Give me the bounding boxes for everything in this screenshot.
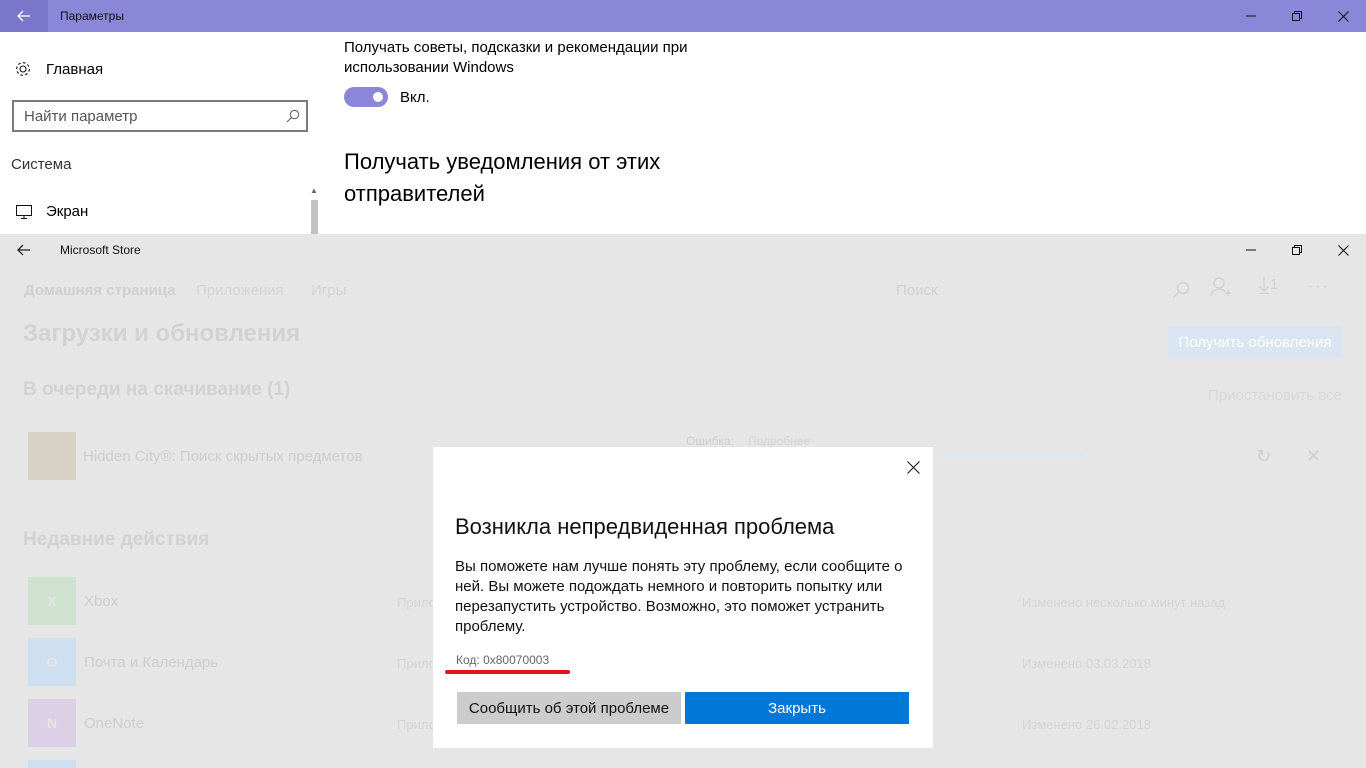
settings-titlebar: Параметры [0,0,1366,32]
queue-item-details-link[interactable]: Подробнее [748,434,810,448]
recent-item-date: Изменено 03.03.2018 [1022,656,1151,671]
notifications-heading: Получать уведомления от этих отправителе… [344,149,661,206]
search-icon [286,109,300,123]
error-dialog: Возникла непредвиденная проблема Вы помо… [433,447,933,748]
mail-icon: O [28,638,76,686]
game-thumbnail [28,432,76,480]
settings-window: Параметры Главная Найти параметр Система… [0,0,1366,234]
store-restore-button[interactable] [1274,234,1320,266]
recent-item-name: Почта и Календарь [84,654,219,671]
restore-icon [1292,245,1302,255]
recent-heading: Недавние действия [23,529,210,550]
queue-heading: В очереди на скачивание (1) [23,379,291,400]
settings-back-button[interactable] [0,0,48,32]
page-title: Загрузки и обновления [23,320,301,347]
recent-item-kind: Прило [397,595,436,610]
close-icon [906,460,920,474]
minimize-icon [1246,249,1256,251]
store-titlebar: Microsoft Store [0,234,1366,266]
recent-item-name: OneNote [84,715,145,732]
store-search-placeholder: Поиск [896,282,938,299]
settings-close-button[interactable] [1320,0,1366,32]
minimize-icon [1246,15,1256,17]
nav-games-tab[interactable]: Игры [311,282,346,299]
retry-icon[interactable]: ↻ [1256,446,1271,467]
queue-item-error-label: Ошибка: [686,434,735,448]
dialog-title: Возникла непредвиденная проблема [455,514,835,539]
restore-icon [1292,11,1302,21]
settings-sidebar-scrollbar[interactable]: ▲ [309,186,320,234]
back-arrow-icon [17,244,30,256]
settings-home-item[interactable]: Главная [14,58,103,80]
nav-apps-tab[interactable]: Приложения [196,282,284,299]
queue-progress-bar [930,454,1085,457]
more-icon: ··· [1308,278,1330,295]
store-minimize-button[interactable] [1228,234,1274,266]
search-icon [1172,281,1190,299]
cancel-download-icon[interactable]: ✕ [1306,446,1321,467]
back-arrow-icon [17,10,30,22]
nav-home-tab[interactable]: Домашняя страница [24,282,176,299]
store-title: Microsoft Store [60,243,141,257]
toggle-label: Вкл. [400,89,430,106]
store-back-button[interactable] [8,240,40,260]
account-button[interactable] [1210,276,1232,303]
recent-item-date: Изменено несколько минут назад [1022,595,1226,610]
user-icon [1210,277,1231,297]
screen-label: Экран [46,203,89,220]
toggle-knob [373,92,383,102]
downloads-button[interactable]: 1 [1258,276,1278,299]
download-arrow-icon [1258,277,1270,295]
more-button[interactable]: ··· [1308,278,1330,296]
recent-item-date: Изменено 26.02.2018 [1022,717,1151,732]
onenote-icon: N [28,699,76,747]
settings-restore-button[interactable] [1274,0,1320,32]
pause-all-button[interactable]: Приостановить все [1208,387,1342,404]
recent-item-name: Xbox [84,593,119,610]
dialog-close-button[interactable] [903,457,923,477]
error-code-highlight [445,670,570,674]
xbox-icon: X [28,577,76,625]
recent-item-kind: Прило [397,717,436,732]
dialog-message: Вы поможете нам лучше понять эту проблем… [455,558,903,635]
monitor-icon [16,204,32,219]
scroll-up-icon[interactable]: ▲ [310,186,318,195]
close-icon [1337,244,1349,256]
tips-toggle[interactable] [344,87,388,107]
search-placeholder: Найти параметр [24,108,138,125]
tips-text: Получать советы, подсказки и рекомендаци… [344,39,688,76]
settings-search-input[interactable]: Найти параметр [12,100,308,132]
gear-icon [16,62,30,76]
downloads-count: 1 [1270,276,1279,293]
home-label: Главная [46,60,104,78]
recent-item-kind: Прило [397,656,436,671]
report-problem-button[interactable]: Сообщить об этой проблеме [457,692,681,724]
scroll-thumb[interactable] [311,200,318,234]
close-icon [1337,10,1349,22]
get-updates-button[interactable]: Получить обновления [1168,326,1342,358]
store-close-button[interactable] [1320,234,1366,266]
queue-item-name[interactable]: Hidden City®: Поиск скрытых предметов [83,448,363,465]
settings-minimize-button[interactable] [1228,0,1274,32]
store-search-input[interactable]: Поиск [886,274,1198,306]
close-dialog-button[interactable]: Закрыть [685,692,909,724]
section-label: Система [11,156,72,173]
sidebar-item-screen[interactable]: Экран [16,203,88,220]
list-item-partial [28,760,76,768]
settings-title: Параметры [60,9,124,23]
error-code: Код: 0x80070003 [456,653,550,667]
